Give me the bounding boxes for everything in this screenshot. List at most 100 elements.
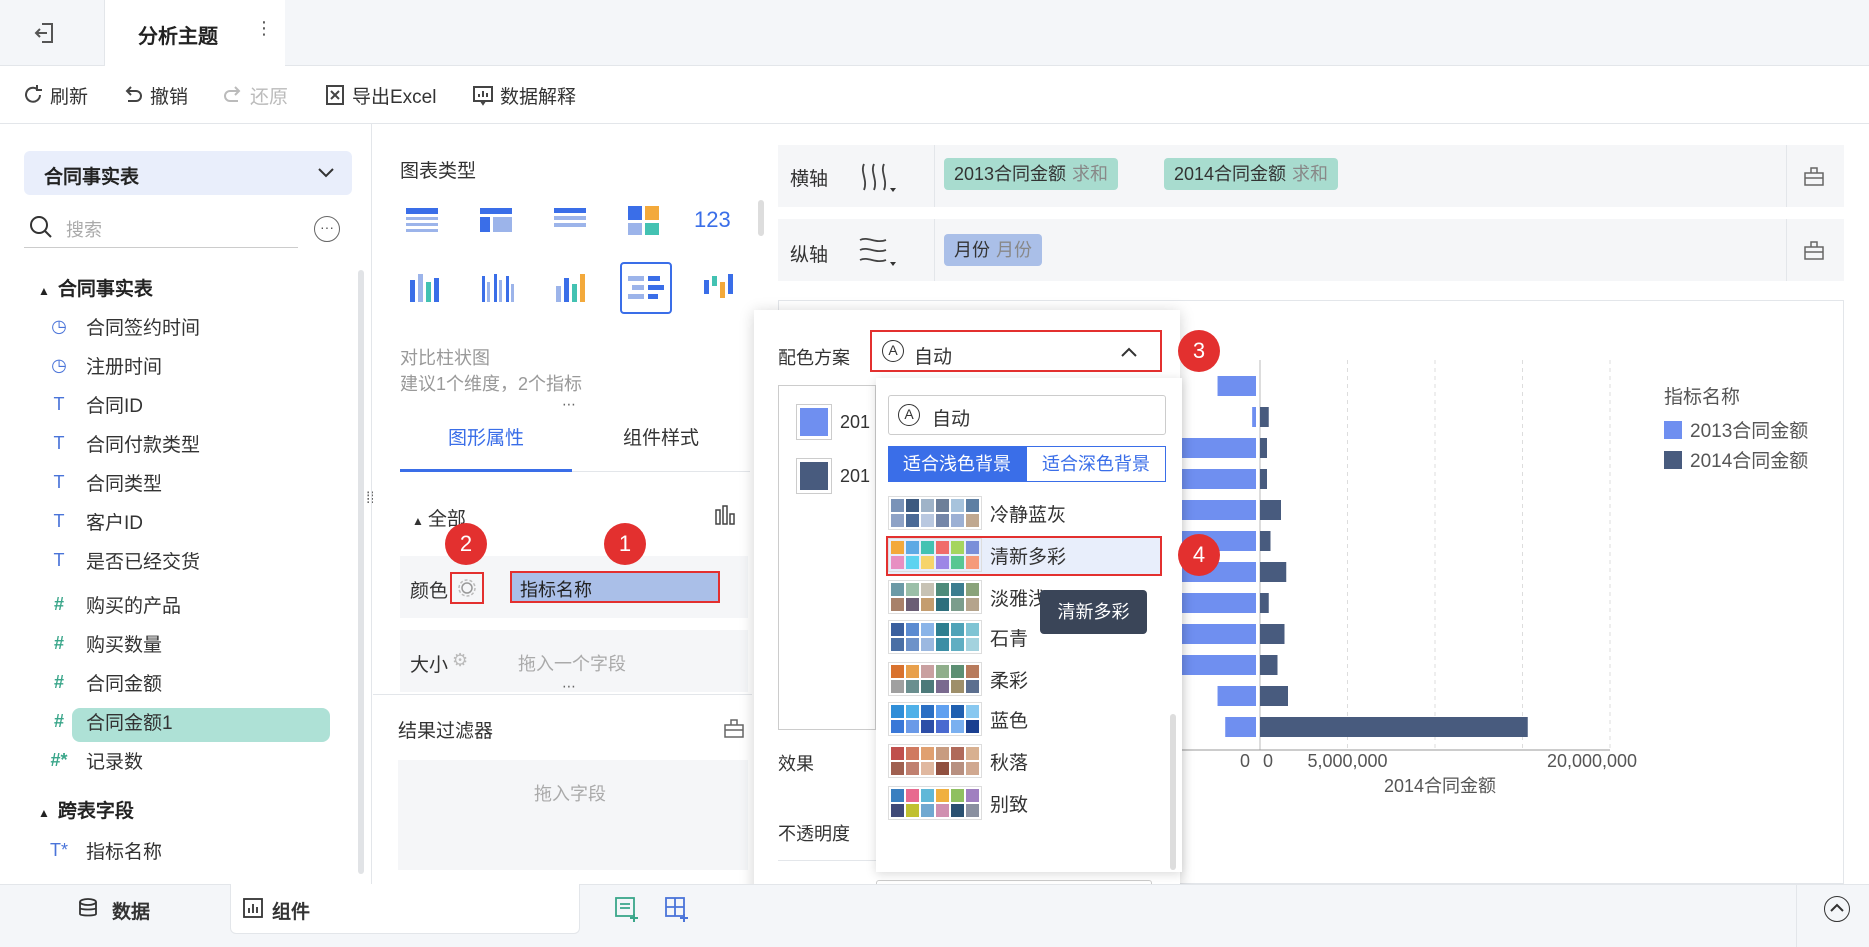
number-type-icon: # <box>53 671 64 692</box>
export-excel-button[interactable]: 导出Excel <box>324 80 436 110</box>
series-label: 201 <box>840 412 871 432</box>
chevron-up-icon[interactable] <box>1120 344 1138 368</box>
field-label: 是否已经交货 <box>86 551 201 573</box>
bar-2014 <box>1260 469 1267 489</box>
x-axis-pill[interactable]: 2013合同金额 求和 <box>944 158 1119 190</box>
comparison-bar-icon[interactable] <box>620 262 672 314</box>
export-label: 导出Excel <box>352 86 437 108</box>
drag-handle-icon[interactable]: ⋯ <box>562 678 576 695</box>
filter-settings-icon[interactable] <box>722 716 746 746</box>
field-item[interactable]: T* 指标名称 <box>46 832 162 868</box>
legend-item[interactable]: 2013合同金额 <box>1664 416 1808 443</box>
add-layout-icon[interactable] <box>664 896 690 928</box>
step-badge-1: 1 <box>604 523 646 565</box>
field-item[interactable]: T 是否已经交货 <box>46 542 201 578</box>
scrollbar[interactable] <box>1170 714 1176 870</box>
redo-icon <box>224 86 241 102</box>
group-header-fact-table[interactable]: ▲ 合同事实表 <box>38 274 153 301</box>
chart-type-switch-icon[interactable] <box>712 502 738 534</box>
auto-icon: A <box>882 340 904 362</box>
field-item[interactable]: T 合同类型 <box>46 464 200 500</box>
grouped-bar-icon[interactable] <box>472 262 520 310</box>
field-item[interactable]: T 合同ID <box>46 386 200 422</box>
collapse-up-icon[interactable] <box>1824 896 1850 922</box>
x-axis-pill[interactable]: 2014合同金额 求和 <box>1164 158 1339 190</box>
chevron-down-icon[interactable] <box>316 162 336 188</box>
number-card-icon[interactable]: 123 <box>694 196 742 244</box>
data-explain-button[interactable]: 数据解释 <box>472 80 576 110</box>
pill-agg: 月份 <box>996 240 1032 260</box>
scrollbar[interactable] <box>358 270 364 874</box>
size-gear-icon[interactable]: ⚙ <box>452 650 468 671</box>
filter-drop-zone[interactable] <box>398 760 748 870</box>
redo-button[interactable]: 还原 <box>222 80 288 110</box>
table-select-label: 合同事实表 <box>44 167 140 188</box>
add-chart-icon[interactable] <box>614 896 640 928</box>
tab-component-style[interactable]: 组件样式 <box>572 410 750 472</box>
field-item[interactable]: ◷ 合同签约时间 <box>46 308 200 344</box>
scheme-option[interactable]: 蓝色 <box>888 698 1166 740</box>
series-color-picker[interactable] <box>796 458 832 494</box>
size-drop-placeholder[interactable]: 拖入一个字段 <box>518 650 626 676</box>
field-item[interactable]: ◷ 注册时间 <box>46 347 200 383</box>
axis-settings-icon[interactable] <box>1802 164 1826 194</box>
bar-2013 <box>1225 717 1256 737</box>
detail-table-icon[interactable] <box>546 196 594 244</box>
grouped-table-icon[interactable] <box>472 196 520 244</box>
tab-shape-properties[interactable]: 图形属性 <box>400 410 572 472</box>
scheme-option[interactable]: 冷静蓝灰 <box>888 492 1166 534</box>
undo-button[interactable]: 撤销 <box>122 80 188 110</box>
field-item[interactable]: # 购买数量 <box>46 625 200 661</box>
number-type-icon: # <box>53 710 64 731</box>
tab-component-label: 组件 <box>272 902 311 923</box>
y-axis-sort-icon[interactable] <box>856 232 896 278</box>
field-item-selected[interactable]: # 合同金额1 <box>46 703 200 739</box>
field-item[interactable]: #* 记录数 <box>46 742 200 778</box>
divider <box>934 219 935 281</box>
color-field-label: 指标名称 <box>520 580 592 600</box>
pill-agg: 求和 <box>1072 164 1109 184</box>
table-chart-icon[interactable] <box>398 196 446 244</box>
refresh-button[interactable]: 刷新 <box>22 80 88 110</box>
comparison-bar-chart[interactable]: 0 0 5,000,000 20,000,000 2014合同金额 <box>1160 360 1650 810</box>
card-chart-icon[interactable] <box>620 196 668 244</box>
step-badge-3: 3 <box>1178 330 1220 372</box>
waterfall-chart-icon[interactable] <box>694 262 742 310</box>
tab-dark-background[interactable]: 适合深色背景 <box>1026 446 1166 482</box>
x-axis-sort-icon[interactable] <box>856 158 896 204</box>
column-chart-icon[interactable] <box>546 262 594 310</box>
pill-name: 月份 <box>954 240 990 260</box>
scheme-option-auto[interactable] <box>888 395 1166 435</box>
more-vertical-icon[interactable]: ⋮ <box>255 18 273 39</box>
scheme-tooltip: 清新多彩 <box>1040 590 1147 634</box>
color-label: 颜色 <box>410 581 449 602</box>
field-item[interactable]: T 客户ID <box>46 503 200 539</box>
group-header-cross-table[interactable]: ▲ 跨表字段 <box>38 796 134 823</box>
stacked-bar-icon[interactable] <box>398 262 446 310</box>
series-color-picker[interactable] <box>796 404 832 440</box>
calculated-text-icon: T* <box>50 839 68 860</box>
tab-light-background[interactable]: 适合浅色背景 <box>888 446 1026 482</box>
axis-settings-icon[interactable] <box>1802 238 1826 268</box>
bar-2014 <box>1260 717 1528 737</box>
field-label: 合同类型 <box>86 473 163 495</box>
scrollbar[interactable] <box>758 200 764 236</box>
scheme-option[interactable]: 柔彩 <box>888 658 1166 700</box>
more-options-icon[interactable]: ··· <box>314 216 340 242</box>
field-item[interactable]: # 合同金额 <box>46 664 200 700</box>
bar-2014 <box>1260 531 1271 551</box>
field-item[interactable]: T 合同付款类型 <box>46 425 201 461</box>
y-axis-pill[interactable]: 月份 月份 <box>944 234 1042 266</box>
group-2-label: 跨表字段 <box>57 801 134 822</box>
field-item[interactable]: # 购买的产品 <box>46 586 200 622</box>
legend-item[interactable]: 2014合同金额 <box>1664 446 1808 473</box>
scheme-option[interactable]: 别致 <box>888 782 1166 824</box>
undo-label: 撤销 <box>150 86 189 108</box>
component-icon <box>242 897 264 925</box>
analysis-title[interactable]: 分析主题 <box>138 20 218 49</box>
tab-data[interactable]: 数据 <box>112 897 150 924</box>
back-icon[interactable] <box>30 18 70 48</box>
color-gear-icon[interactable] <box>450 572 484 604</box>
scheme-option[interactable]: 清新多彩 <box>888 534 1166 576</box>
scheme-option[interactable]: 秋落 <box>888 740 1166 782</box>
